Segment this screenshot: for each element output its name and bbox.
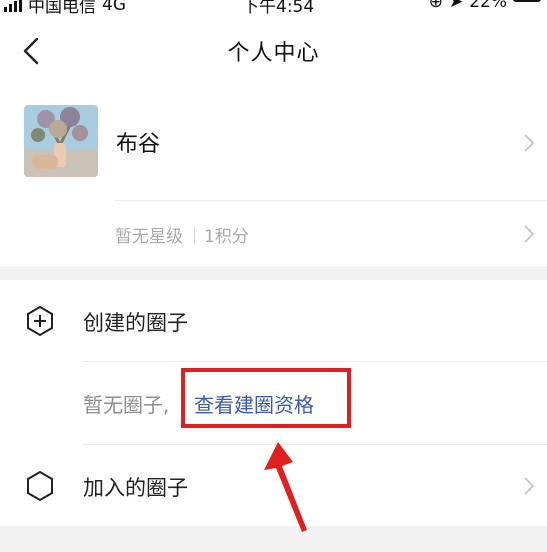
highlight-box — [181, 368, 351, 428]
profile-name: 布谷 — [116, 132, 161, 157]
annotation-arrow-icon — [264, 442, 307, 532]
empty-circles-text: 暂无圈子, — [83, 393, 170, 417]
joined-circles-label[interactable]: 加入的圈子 — [83, 472, 188, 502]
meta-separator — [194, 225, 195, 244]
divider — [115, 200, 547, 201]
signal-icon — [4, 0, 22, 12]
status-time: 下午4:54 — [242, 0, 315, 17]
add-hexagon-icon — [27, 305, 53, 337]
location-icon: ➤ — [448, 0, 464, 12]
chevron-right-icon — [524, 225, 535, 243]
network-type: 4G — [102, 0, 126, 15]
hexagon-icon — [27, 470, 53, 502]
battery-icon — [513, 0, 541, 2]
status-left: 中国电信 4G — [4, 0, 126, 17]
status-bar: 中国电信 4G 下午4:54 ⊕ ➤ 22% — [0, 0, 547, 17]
profile-section[interactable]: 布谷 暂无星级 1积分 — [0, 96, 547, 268]
carrier-name: 中国电信 — [28, 0, 96, 17]
created-circles-label[interactable]: 创建的圈子 — [83, 307, 188, 337]
avatar[interactable] — [24, 105, 98, 177]
points-value: 1积分 — [204, 227, 249, 247]
battery-percent: 22% — [469, 0, 507, 12]
chevron-right-icon[interactable] — [523, 476, 535, 496]
orientation-lock-icon: ⊕ — [428, 0, 443, 12]
status-right: ⊕ ➤ 22% — [429, 0, 507, 12]
chevron-right-icon — [524, 134, 535, 152]
profile-meta[interactable]: 暂无星级 1积分 — [115, 222, 249, 247]
nav-bar: 个人中心 — [0, 22, 547, 80]
divider — [83, 361, 547, 362]
section-gap — [0, 266, 547, 280]
star-level: 暂无星级 — [115, 227, 183, 247]
page-title: 个人中心 — [227, 41, 320, 66]
